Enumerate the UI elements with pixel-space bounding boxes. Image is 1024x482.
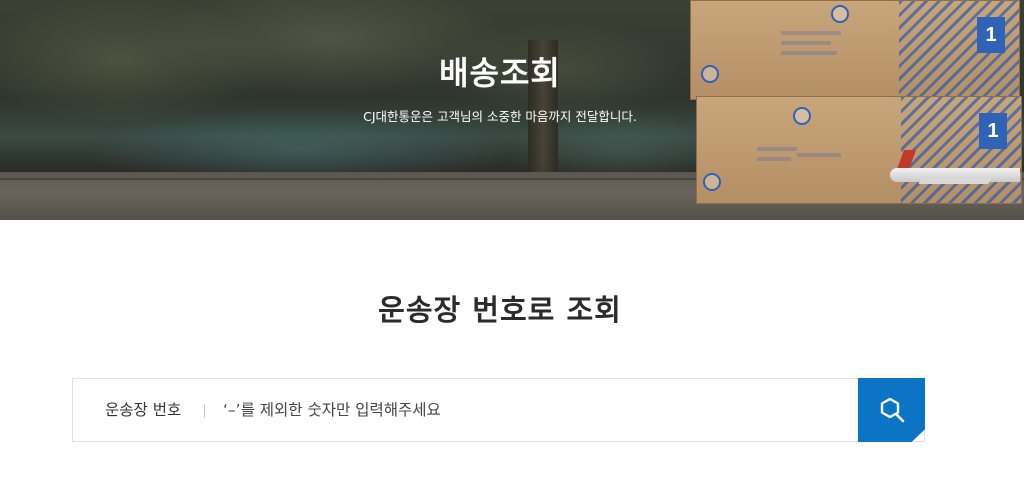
page-subtitle: CJ대한통운은 고객님의 소중한 마음까지 전달합니다. xyxy=(363,109,637,124)
cj-logo-icon xyxy=(703,173,721,191)
hero-banner: 1 1 배송조회 CJ대한통운은 고객님의 소중한 마음까지 전달합니다. xyxy=(0,0,1024,220)
search-icon xyxy=(880,397,905,423)
divider xyxy=(204,404,205,418)
cj-logo-icon xyxy=(831,5,849,23)
tracking-number-input[interactable] xyxy=(223,391,843,429)
toy-airplane-image xyxy=(880,150,1020,190)
tracking-number-label: 운송장 번호 xyxy=(105,401,182,419)
page-title: 배송조회 xyxy=(439,54,561,92)
tracking-search-bar: 운송장 번호 xyxy=(72,378,925,442)
search-button[interactable] xyxy=(858,378,925,442)
section-title: 운송장 번호로 조회 xyxy=(378,293,622,327)
